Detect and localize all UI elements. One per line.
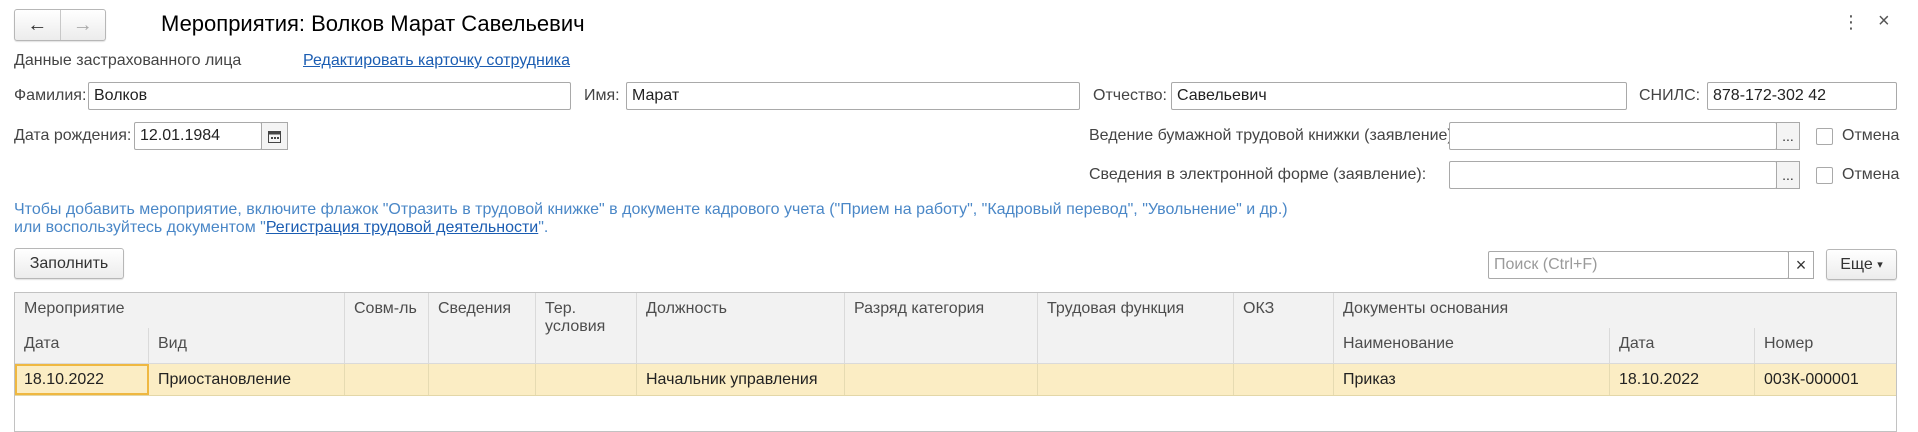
close-icon[interactable]: × xyxy=(1878,10,1890,33)
col-header-docs: Документы основания xyxy=(1334,293,1896,329)
electronic-cancel-label: Отмена xyxy=(1842,166,1900,183)
paper-book-cancel-checkbox[interactable] xyxy=(1816,128,1833,145)
calendar-icon[interactable] xyxy=(261,122,288,150)
col-header-doc-number[interactable]: Номер xyxy=(1755,328,1896,364)
cell-kind[interactable]: Приостановление xyxy=(149,364,345,395)
cell-date[interactable]: 18.10.2022 xyxy=(15,364,149,395)
col-header-kind[interactable]: Вид xyxy=(149,328,345,364)
paper-book-select-button[interactable]: ... xyxy=(1776,122,1800,150)
info-hint-prefix: или воспользуйтесь документом " xyxy=(14,219,266,236)
cell-combo[interactable] xyxy=(345,364,429,395)
edit-employee-link[interactable]: Редактировать карточку сотрудника xyxy=(303,52,570,70)
cell-doc-name[interactable]: Приказ xyxy=(1334,364,1610,395)
name-field[interactable]: Марат xyxy=(626,82,1080,110)
surname-label: Фамилия: xyxy=(14,87,87,104)
info-hint-suffix: ". xyxy=(538,219,549,236)
registration-document-link[interactable]: Регистрация трудовой деятельности xyxy=(266,219,538,236)
col-header-date[interactable]: Дата xyxy=(15,328,149,364)
info-hint-line1: Чтобы добавить мероприятие, включите фла… xyxy=(14,201,1288,218)
col-header-doc-date[interactable]: Дата xyxy=(1610,328,1755,364)
snils-label: СНИЛС: xyxy=(1639,87,1701,104)
col-header-terr[interactable]: Тер. условия xyxy=(536,293,637,364)
cell-okz[interactable] xyxy=(1234,364,1334,395)
chevron-down-icon: ▾ xyxy=(1877,259,1883,271)
electronic-field[interactable] xyxy=(1449,161,1777,189)
events-table: Мероприятие Дата Вид Совм-ль Сведения Те… xyxy=(14,292,1897,432)
paper-book-label: Ведение бумажной трудовой книжки (заявле… xyxy=(1089,127,1458,144)
col-header-event: Мероприятие xyxy=(15,293,345,329)
name-label: Имя: xyxy=(584,87,620,104)
col-header-okz[interactable]: ОКЗ xyxy=(1234,293,1334,364)
col-header-position[interactable]: Должность xyxy=(637,293,845,364)
fill-button[interactable]: Заполнить xyxy=(14,248,124,279)
more-menu-icon[interactable]: ⋮ xyxy=(1842,12,1860,33)
more-actions-label: Еще xyxy=(1840,255,1873,273)
patronymic-label: Отчество: xyxy=(1093,87,1167,104)
more-actions-button[interactable]: Еще ▾ xyxy=(1826,249,1897,280)
col-header-doc-name[interactable]: Наименование xyxy=(1334,328,1610,364)
cell-terr[interactable] xyxy=(536,364,637,395)
snils-field[interactable]: 878-172-302 42 xyxy=(1707,82,1897,110)
paper-book-cancel-label: Отмена xyxy=(1842,127,1900,144)
electronic-label: Сведения в электронной форме (заявление)… xyxy=(1089,166,1427,183)
col-header-function[interactable]: Трудовая функция xyxy=(1038,293,1234,364)
birth-date-label: Дата рождения: xyxy=(14,127,132,144)
surname-field[interactable]: Волков xyxy=(88,82,571,110)
cell-position[interactable]: Начальник управления xyxy=(637,364,845,395)
history-nav: ← → xyxy=(14,9,106,41)
forward-arrow-icon[interactable]: → xyxy=(61,10,106,40)
col-header-combo[interactable]: Совм-ль xyxy=(345,293,429,364)
col-header-grade[interactable]: Разряд категория xyxy=(845,293,1038,364)
insured-section-label: Данные застрахованного лица xyxy=(14,52,242,69)
col-header-info[interactable]: Сведения xyxy=(429,293,536,364)
paper-book-field[interactable] xyxy=(1449,122,1777,150)
cell-doc-date[interactable]: 18.10.2022 xyxy=(1610,364,1755,395)
cell-function[interactable] xyxy=(1038,364,1234,395)
search-clear-icon[interactable]: × xyxy=(1788,251,1814,279)
patronymic-field[interactable]: Савельевич xyxy=(1171,82,1627,110)
electronic-select-button[interactable]: ... xyxy=(1776,161,1800,189)
search-input[interactable]: Поиск (Ctrl+F) xyxy=(1488,251,1789,279)
window-title: Мероприятия: Волков Марат Савельевич xyxy=(161,11,585,36)
info-hint-line2: или воспользуйтесь документом "Регистрац… xyxy=(14,219,548,237)
table-row[interactable]: 18.10.2022 Приостановление Начальник упр… xyxy=(15,364,1896,396)
birth-date-field[interactable]: 12.01.1984 xyxy=(134,122,262,150)
electronic-cancel-checkbox[interactable] xyxy=(1816,167,1833,184)
cell-doc-number[interactable]: 003К-000001 xyxy=(1755,364,1896,395)
back-arrow-icon[interactable]: ← xyxy=(15,10,61,40)
cell-grade[interactable] xyxy=(845,364,1038,395)
cell-info[interactable] xyxy=(429,364,536,395)
